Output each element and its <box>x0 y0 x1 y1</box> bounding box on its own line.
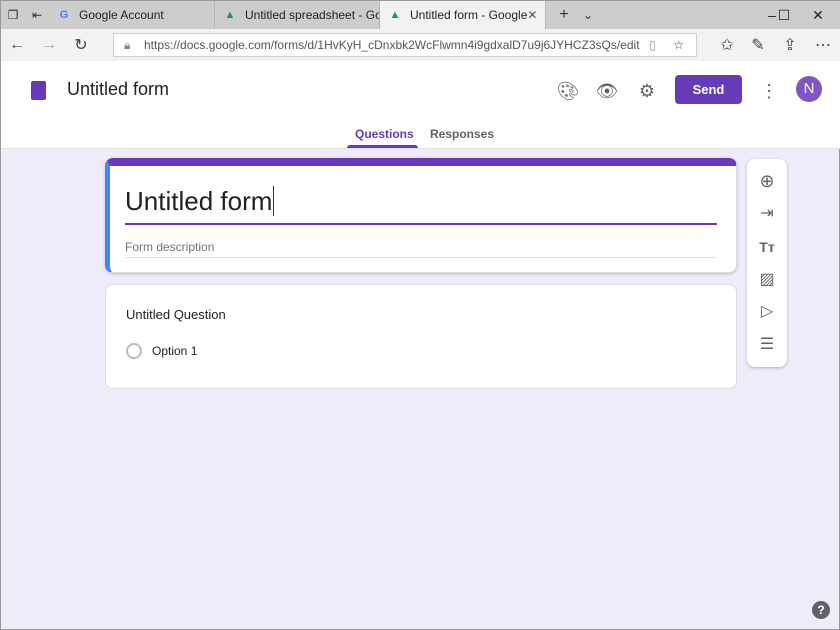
tab-responses[interactable]: Responses <box>430 127 494 141</box>
tab-label: Untitled spreadsheet - Goog <box>245 8 379 22</box>
form-title-text: Untitled form <box>125 186 273 216</box>
active-tab-indicator <box>347 145 418 148</box>
browser-tab[interactable]: ▲ Untitled spreadsheet - Goog <box>215 1 380 29</box>
more-icon[interactable]: ⋯ <box>807 35 839 55</box>
browser-tab-bar: ❐ ⇤ G Google Account ▲ Untitled spreadshee… <box>1 1 840 29</box>
form-description-input[interactable]: Form description <box>125 240 717 258</box>
add-section-icon[interactable]: ☰ <box>755 333 779 357</box>
url-text: https://docs.google.com/forms/d/1HvKyH_c… <box>144 38 640 52</box>
new-tab-icon[interactable]: + <box>552 6 576 24</box>
forms-logo-icon <box>31 81 46 100</box>
refresh-icon[interactable]: ↻ <box>65 35 97 55</box>
forward-icon[interactable]: → <box>33 36 65 54</box>
lock-icon: 🔒︎ <box>124 38 131 52</box>
more-vert-icon[interactable]: ⋮ <box>757 79 781 103</box>
form-title-input[interactable]: Untitled form <box>125 186 717 225</box>
palette-icon[interactable]: 🎨︎ <box>556 79 580 103</box>
drive-icon: ▲ <box>224 9 236 21</box>
eye-icon[interactable]: 👁︎ <box>595 79 619 103</box>
url-input[interactable]: 🔒︎ https://docs.google.com/forms/d/1HvKyH… <box>113 33 697 57</box>
tab-label: Untitled form - Google <box>410 8 528 22</box>
share-icon[interactable]: ⇪ <box>774 35 806 55</box>
question-title[interactable]: Untitled Question <box>126 307 226 322</box>
question-toolbar: ⊕ ⇥ Tт ▨ ▷ ☰ <box>747 159 787 367</box>
send-button[interactable]: Send <box>675 75 742 104</box>
address-bar: ← → ↻ 🔒︎ https://docs.google.com/forms/d/… <box>1 29 840 61</box>
avatar[interactable]: N <box>796 76 822 102</box>
question-card[interactable]: Untitled Question Option 1 <box>105 284 737 389</box>
add-image-icon[interactable]: ▨ <box>755 268 779 292</box>
tab-label: Google Account <box>79 8 164 22</box>
import-questions-icon[interactable]: ⇥ <box>755 202 779 226</box>
tab-manager-icon[interactable]: ❐ <box>1 8 25 22</box>
browser-tab[interactable]: G Google Account <box>49 1 215 29</box>
add-title-icon[interactable]: Tт <box>755 235 779 259</box>
chevron-down-icon[interactable]: ⌄ <box>576 8 600 22</box>
reading-view-icon[interactable]: ▯ <box>649 34 656 56</box>
pen-icon[interactable]: ✎ <box>742 35 774 55</box>
radio-button[interactable] <box>126 343 142 359</box>
set-aside-tabs-icon[interactable]: ⇤ <box>25 8 49 22</box>
drive-icon: ▲ <box>389 9 401 21</box>
close-window-icon[interactable]: ✕ <box>795 1 840 29</box>
browser-tab-active[interactable]: ▲ Untitled form - Google ✕ <box>380 1 546 29</box>
gear-icon[interactable]: ⚙ <box>635 79 659 103</box>
star-icon[interactable]: ☆ <box>673 34 684 56</box>
option-label[interactable]: Option 1 <box>152 344 197 358</box>
form-title-card: Untitled form Form description <box>105 158 737 273</box>
forms-header: Untitled form 🎨︎ 👁︎ ⚙ Send ⋮ N Questions… <box>1 61 840 149</box>
add-video-icon[interactable]: ▷ <box>755 300 779 324</box>
close-tab-icon[interactable]: ✕ <box>527 8 537 22</box>
form-name[interactable]: Untitled form <box>67 79 169 100</box>
back-icon[interactable]: ← <box>1 36 33 54</box>
google-icon: G <box>59 9 69 21</box>
favorites-icon[interactable]: ✩ <box>711 35 743 55</box>
tab-questions[interactable]: Questions <box>355 127 414 141</box>
add-question-icon[interactable]: ⊕ <box>755 169 779 193</box>
help-icon[interactable]: ? <box>812 601 830 619</box>
